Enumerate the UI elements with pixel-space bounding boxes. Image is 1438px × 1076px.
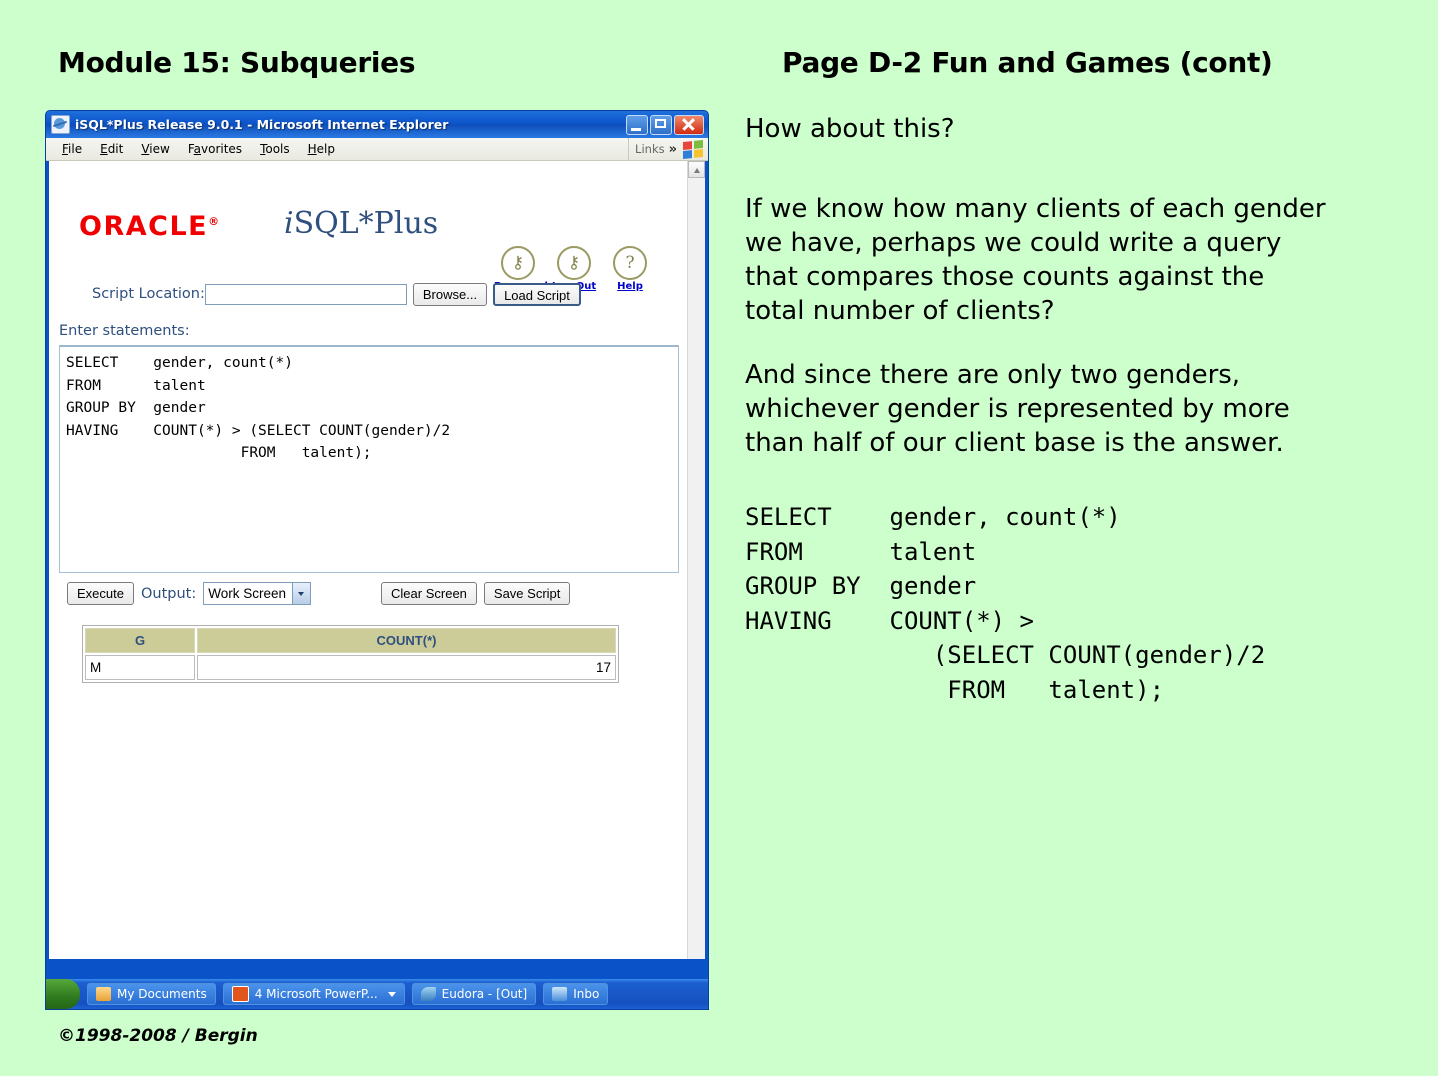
column-header-g: G	[85, 628, 195, 653]
window-controls	[626, 114, 708, 135]
isqlplus-i: i	[284, 206, 294, 241]
taskbar-item-powerpoint[interactable]: 4 Microsoft PowerP...	[222, 983, 405, 1005]
maximize-icon[interactable]	[650, 114, 672, 135]
load-script-button[interactable]: Load Script	[493, 282, 581, 306]
eudora-icon	[420, 987, 436, 1001]
menu-edit[interactable]: Edit	[91, 142, 132, 156]
links-label[interactable]: Links	[635, 142, 665, 156]
execute-button[interactable]: Execute	[67, 582, 134, 605]
chevron-down-icon[interactable]	[387, 991, 396, 997]
query-results: G COUNT(*) M 17	[82, 625, 619, 683]
chevron-down-icon[interactable]	[292, 583, 311, 604]
windows-flag-icon	[683, 139, 703, 159]
browse-button[interactable]: Browse...	[412, 282, 488, 306]
folder-icon	[96, 987, 111, 1001]
notes-paragraph-1: How about this?	[745, 114, 955, 144]
taskbar-item-my-documents[interactable]: My Documents	[87, 983, 216, 1005]
ie-document-icon	[51, 115, 70, 134]
registered-mark-icon: ®	[208, 215, 221, 228]
menubar-right-group: Links »	[628, 138, 708, 160]
notes-paragraph-2: If we know how many clients of each gend…	[745, 194, 1326, 326]
enter-statements-label: Enter statements:	[59, 323, 190, 339]
taskbar-item-label: Eudora - [Out]	[441, 987, 528, 1001]
browser-title-text: iSQL*Plus Release 9.0.1 - Microsoft Inte…	[75, 117, 449, 132]
taskbar-item-eudora[interactable]: Eudora - [Out]	[411, 983, 537, 1005]
column-header-count: COUNT(*)	[197, 628, 616, 653]
script-location-input[interactable]	[204, 283, 407, 305]
browser-page-area: ORACLE® iSQL*Plus ⚷ Password ⚷ Log Out ?…	[46, 161, 708, 959]
menu-tools[interactable]: Tools	[251, 142, 299, 156]
menu-view[interactable]: View	[132, 142, 178, 156]
menu-help[interactable]: Help	[299, 142, 344, 156]
isqlplus-rest: SQL*Plus	[293, 206, 439, 241]
windows-taskbar: My Documents 4 Microsoft PowerP... Eudor…	[46, 979, 708, 1009]
output-label: Output:	[140, 585, 197, 602]
browser-menubar: File Edit View Favorites Tools Help Link…	[46, 138, 708, 161]
taskbar-item-inbox[interactable]: Inbo	[543, 983, 609, 1005]
minimize-icon[interactable]	[626, 114, 648, 135]
copyright-footer: ©1998-2008 / Bergin	[58, 1026, 258, 1046]
output-select[interactable]: Work Screen	[203, 582, 312, 605]
notes-panel: How about this? If we know how many clie…	[745, 112, 1415, 707]
output-select-value: Work Screen	[208, 586, 287, 601]
oracle-logo: ORACLE®	[79, 211, 221, 242]
sql-toolbar: Execute Output: Work Screen Clear Screen…	[67, 582, 705, 605]
notes-sql-code: SELECT gender, count(*) FROM talent GROU…	[745, 503, 1266, 704]
menu-favorites[interactable]: Favorites	[179, 142, 251, 156]
isqlplus-wordmark: iSQL*Plus	[284, 206, 438, 241]
table-header-row: G COUNT(*)	[85, 628, 616, 653]
script-location-label: Script Location:	[92, 286, 205, 302]
script-location-row: Script Location: Browse... Load Script	[49, 271, 705, 317]
chevron-double-right-icon[interactable]: »	[669, 142, 677, 157]
close-icon[interactable]	[674, 114, 704, 135]
save-script-button[interactable]: Save Script	[483, 582, 571, 605]
module-title: Module 15: Subqueries	[58, 46, 416, 79]
inbox-icon	[552, 987, 568, 1001]
oracle-branding-row: ORACLE® iSQL*Plus ⚷ Password ⚷ Log Out ?…	[49, 161, 705, 292]
clear-screen-button[interactable]: Clear Screen	[381, 582, 477, 605]
table-row: M 17	[85, 655, 616, 680]
powerpoint-icon	[231, 986, 249, 1002]
cell-count: 17	[197, 655, 616, 680]
menu-file[interactable]: File	[53, 142, 91, 156]
oracle-logo-text: ORACLE	[79, 211, 209, 242]
start-button[interactable]	[46, 979, 80, 1009]
taskbar-item-label: My Documents	[117, 987, 207, 1001]
browser-window: iSQL*Plus Release 9.0.1 - Microsoft Inte…	[45, 110, 709, 1010]
page-title: Page D-2 Fun and Games (cont)	[782, 46, 1273, 79]
cell-gender: M	[85, 655, 195, 680]
sql-statement-textarea[interactable]: SELECT gender, count(*) FROM talent GROU…	[59, 345, 679, 573]
notes-paragraph-3: And since there are only two genders, wh…	[745, 360, 1290, 458]
slide-header: Module 15: Subqueries Page D-2 Fun and G…	[0, 46, 1438, 90]
isqlplus-page: ORACLE® iSQL*Plus ⚷ Password ⚷ Log Out ?…	[49, 161, 705, 683]
browser-titlebar: iSQL*Plus Release 9.0.1 - Microsoft Inte…	[46, 111, 708, 138]
taskbar-item-label: Inbo	[573, 987, 600, 1001]
taskbar-item-label: 4 Microsoft PowerP...	[254, 987, 378, 1001]
results-table: G COUNT(*) M 17	[83, 626, 618, 682]
